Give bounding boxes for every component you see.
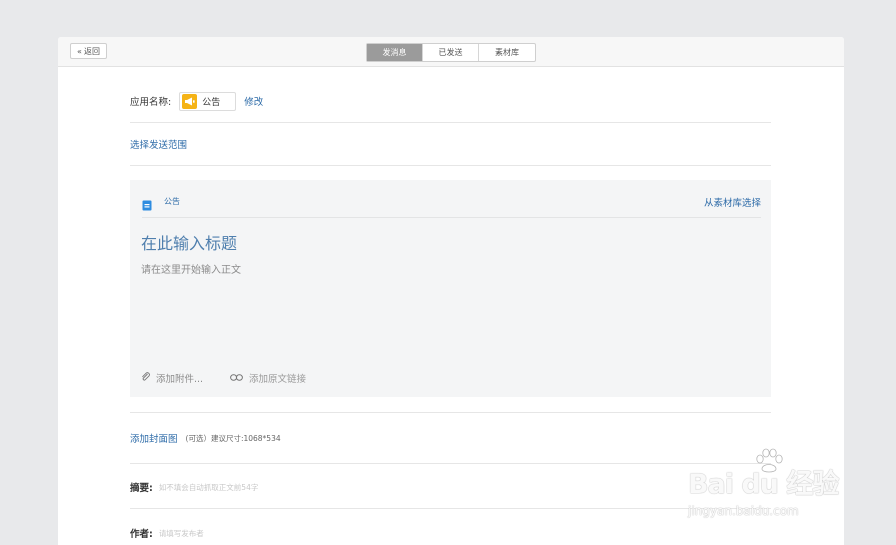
megaphone-icon: [182, 93, 198, 109]
app-name-row: 应用名称: 公告 修改: [130, 91, 263, 111]
paperclip-icon: [141, 371, 151, 385]
app-name-label: 应用名称:: [130, 97, 172, 108]
link-icon: [230, 373, 243, 384]
author-input[interactable]: 请填写发布者: [159, 528, 204, 539]
back-button[interactable]: « 返回: [70, 43, 107, 59]
add-attachment-label: 添加附件...: [156, 374, 204, 385]
edit-app-link[interactable]: 修改: [244, 94, 263, 108]
editor-header: 公告 从素材库选择: [142, 194, 761, 218]
app-name-value: 公告: [202, 97, 221, 108]
title-input[interactable]: 在此输入标题: [141, 230, 237, 254]
app-selector[interactable]: 公告: [179, 91, 237, 111]
add-origin-link-label: 添加原文链接: [249, 374, 307, 385]
double-chevron-left-icon: «: [77, 46, 82, 56]
editor-type-label: 公告: [164, 197, 180, 206]
watermark-logo-text: Bai du 经验: [688, 469, 839, 500]
author-label: 作者:: [130, 529, 153, 540]
divider: [130, 165, 771, 166]
top-toolbar: « 返回 发消息 已发送 素材库: [58, 37, 844, 67]
add-attachment-button[interactable]: 添加附件...: [141, 371, 203, 385]
cover-row: 添加封面图 (可选）建议尺寸:1068*534: [130, 431, 281, 446]
add-origin-link-button[interactable]: 添加原文链接: [230, 371, 306, 385]
divider: [130, 463, 771, 464]
tab-group: 发消息 已发送 素材库: [366, 43, 536, 62]
summary-row: 摘要: 如不填会自动抓取正文前54字: [130, 480, 259, 495]
divider: [130, 508, 771, 509]
message-editor: 公告 从素材库选择 在此输入标题 请在这里开始输入正文 添加附件... 添加原文…: [130, 180, 771, 397]
tab-sent[interactable]: 已发送: [423, 44, 479, 61]
body-input[interactable]: 请在这里开始输入正文: [141, 261, 241, 276]
pick-from-library-link[interactable]: 从素材库选择: [704, 195, 761, 209]
summary-label: 摘要:: [130, 483, 153, 494]
divider: [130, 122, 771, 123]
add-cover-link[interactable]: 添加封面图: [130, 431, 178, 445]
watermark-url: jingyan.baidu.com: [688, 504, 799, 518]
cover-size-hint: (可选）建议尺寸:1068*534: [185, 433, 281, 443]
author-row: 作者: 请填写发布者: [130, 526, 204, 541]
select-scope-link[interactable]: 选择发送范围: [130, 137, 187, 151]
back-button-label: 返回: [83, 46, 100, 56]
baidu-jingyan-watermark: Bai du 经验 jingyan.baidu.com: [688, 448, 850, 528]
tab-material-library[interactable]: 素材库: [479, 44, 535, 61]
tab-send-message[interactable]: 发消息: [367, 44, 423, 61]
divider: [130, 412, 771, 413]
document-icon: [142, 196, 152, 211]
summary-input[interactable]: 如不填会自动抓取正文前54字: [159, 482, 259, 493]
